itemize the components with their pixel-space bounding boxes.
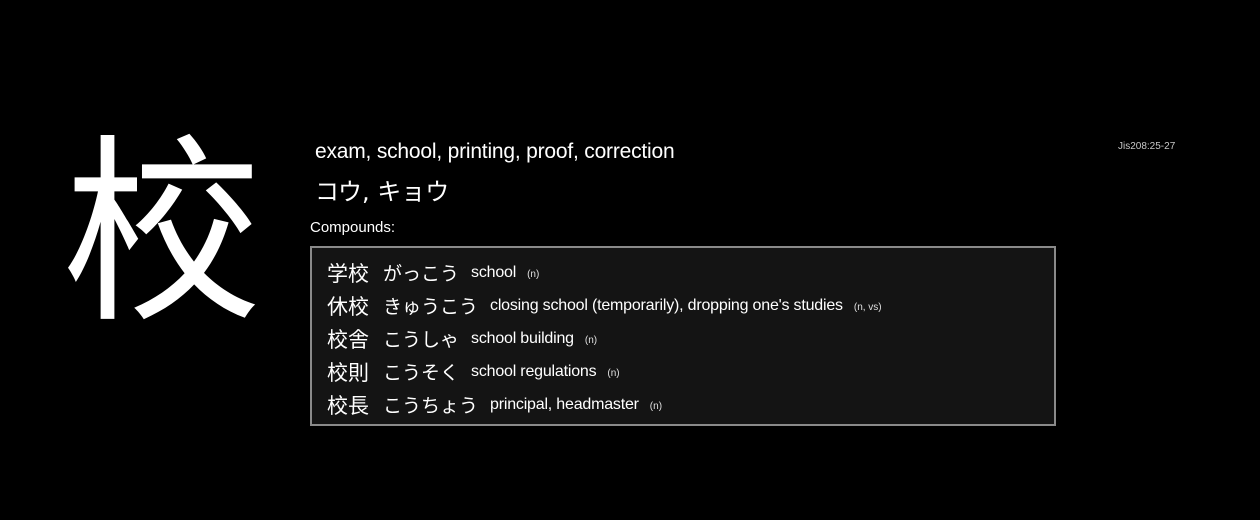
compound-gloss: school xyxy=(471,263,517,281)
kanji-meanings: exam, school, printing, proof, correctio… xyxy=(315,140,675,163)
compounds-label: Compounds: xyxy=(310,219,396,236)
compound-reading: がっこう xyxy=(383,263,460,285)
compound-gloss: closing school (temporarily), dropping o… xyxy=(490,296,843,314)
compound-row: 校則 こうそく school regulations (n) xyxy=(327,355,1054,388)
compound-word: 校長 xyxy=(327,393,369,418)
compound-row: 校長 こうちょう principal, headmaster (n) xyxy=(327,388,1054,421)
compound-row: 学校 がっこう school (n) xyxy=(327,256,1054,289)
compound-word: 休校 xyxy=(327,294,369,319)
compounds-list: 学校 がっこう school (n) 休校 きゅうこう closing scho… xyxy=(310,246,1056,426)
compound-pos: (n, vs) xyxy=(853,302,882,313)
jis-code: Jis208:25-27 xyxy=(1118,141,1176,152)
compound-gloss: school regulations xyxy=(471,362,597,380)
kanji-readings: コウ, キョウ xyxy=(315,178,450,206)
compound-word: 校舎 xyxy=(327,327,369,352)
compound-pos: (n) xyxy=(649,401,663,412)
compound-reading: こうそく xyxy=(383,362,460,384)
compound-gloss: principal, headmaster xyxy=(490,395,639,413)
compound-gloss: school building xyxy=(471,329,574,347)
compound-reading: こうちょう xyxy=(383,395,479,417)
compound-reading: こうしゃ xyxy=(383,329,460,351)
compound-word: 校則 xyxy=(327,360,369,385)
main-kanji: 校 xyxy=(62,118,263,351)
compound-pos: (n) xyxy=(607,368,620,379)
compound-row: 休校 きゅうこう closing school (temporarily), d… xyxy=(327,289,1054,322)
compound-pos: (n) xyxy=(527,269,540,280)
compound-word: 学校 xyxy=(327,261,369,286)
compound-reading: きゅうこう xyxy=(383,296,479,318)
compound-row: 校舎 こうしゃ school building (n) xyxy=(327,322,1054,355)
compound-pos: (n) xyxy=(584,335,598,346)
